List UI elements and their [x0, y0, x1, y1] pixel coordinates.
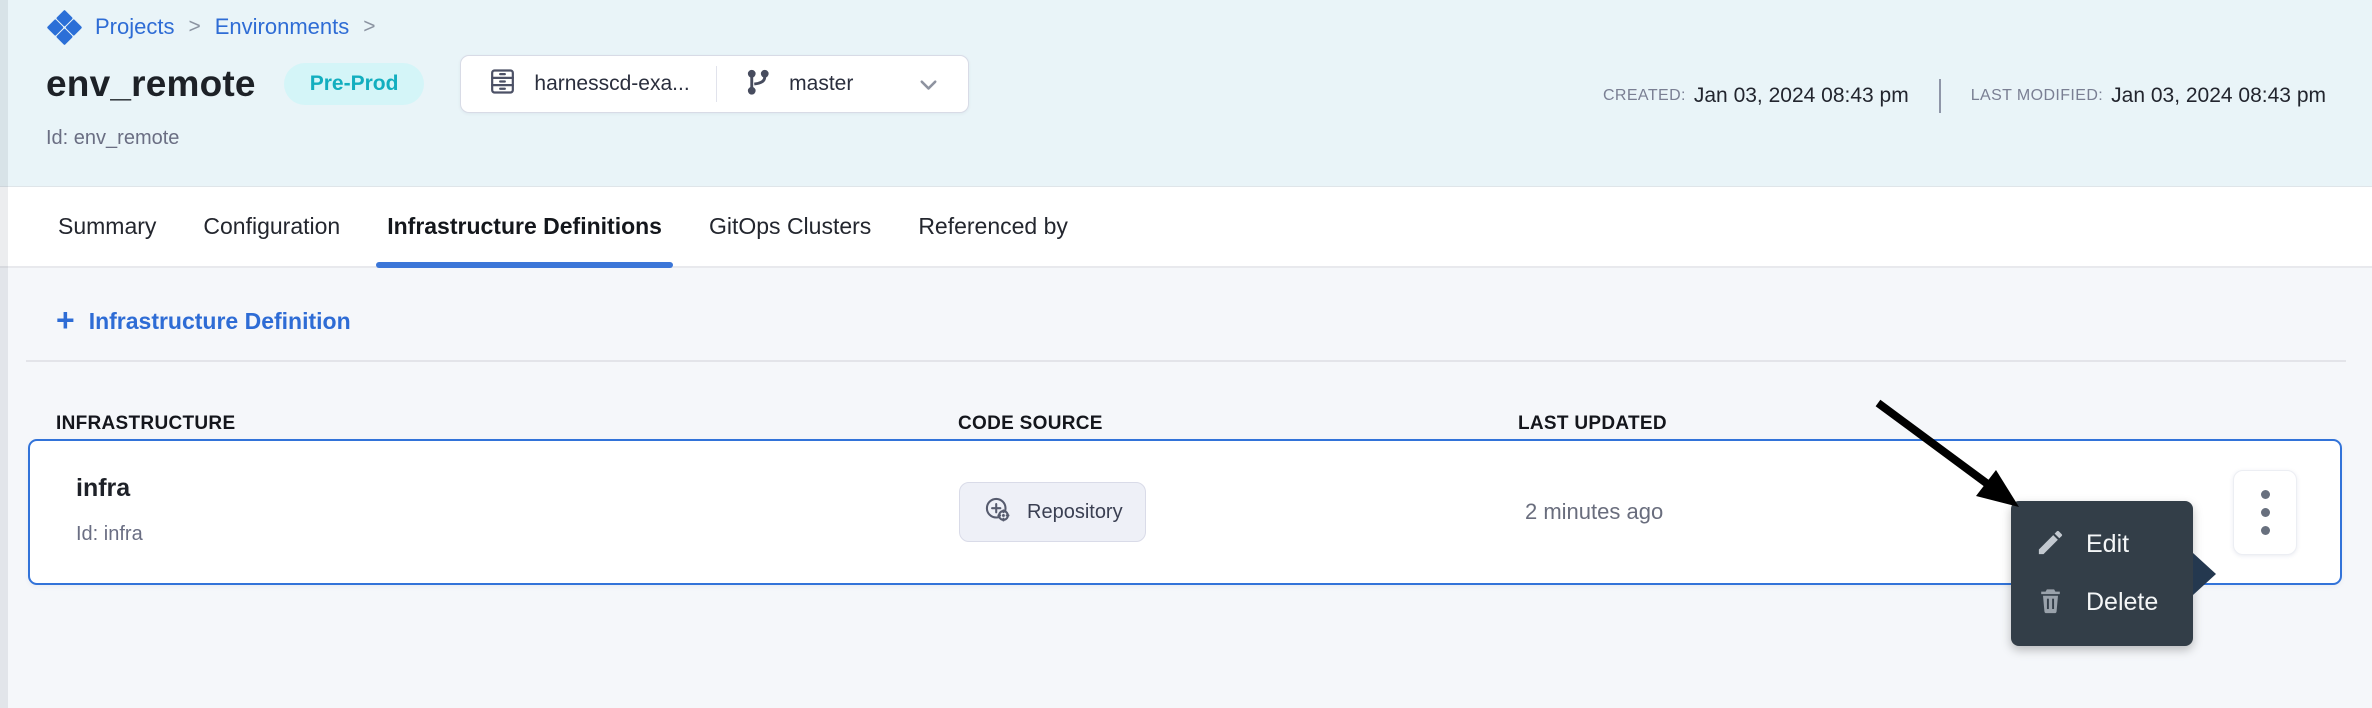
dates-divider — [1939, 79, 1941, 113]
last-updated-cell: 2 minutes ago — [1525, 441, 1663, 583]
table-header-row: INFRASTRUCTURE CODE SOURCE LAST UPDATED — [0, 362, 2372, 439]
row-options-button[interactable] — [2233, 470, 2297, 555]
repository-selector[interactable]: harnesscd-exa... — [461, 56, 715, 112]
code-source-value: Repository — [1027, 501, 1123, 524]
tab-configuration[interactable]: Configuration — [203, 187, 340, 266]
dates-block: CREATED: Jan 03, 2024 08:43 pm LAST MODI… — [1603, 74, 2326, 118]
table-row[interactable]: infra Id: infra — [28, 439, 2342, 585]
menu-item-label: Delete — [2086, 588, 2158, 617]
repository-badge: Repository — [959, 482, 1146, 542]
infrastructure-id: Id: infra — [76, 523, 143, 546]
branch-selector[interactable]: master — [717, 56, 968, 112]
git-context-selector[interactable]: harnesscd-exa... master — [460, 55, 969, 113]
tab-label: Infrastructure Definitions — [387, 213, 662, 240]
code-source-cell: Repository — [959, 482, 1146, 542]
column-header-code-source: CODE SOURCE — [958, 413, 1103, 435]
left-edge-strip — [0, 0, 8, 708]
breadcrumb-projects[interactable]: Projects — [95, 14, 174, 40]
column-header-last-updated: LAST UPDATED — [1518, 413, 1667, 435]
tab-summary[interactable]: Summary — [58, 187, 156, 266]
infrastructure-name: infra — [76, 474, 143, 503]
menu-item-delete[interactable]: Delete — [2011, 581, 2193, 625]
breadcrumb-separator: > — [186, 15, 202, 39]
env-id-label: Id: env_remote — [46, 127, 2372, 150]
repository-drawers-icon — [487, 66, 518, 102]
branch-name: master — [789, 72, 853, 96]
add-infrastructure-definition-button[interactable]: + Infrastructure Definition — [56, 307, 351, 336]
context-menu-tail — [2193, 553, 2216, 595]
add-button-label: Infrastructure Definition — [89, 308, 351, 335]
last-modified-label: LAST MODIFIED: — [1971, 87, 2103, 105]
breadcrumb-separator: > — [361, 15, 377, 39]
repository-name: harnesscd-exa... — [534, 72, 689, 96]
plus-icon: + — [56, 304, 75, 336]
menu-item-edit[interactable]: Edit — [2011, 523, 2193, 567]
git-branch-icon — [743, 67, 773, 102]
page-title: env_remote — [46, 63, 256, 105]
last-modified-value: Jan 03, 2024 08:43 pm — [2111, 84, 2326, 108]
tab-referenced-by[interactable]: Referenced by — [918, 187, 1068, 266]
trash-icon — [2035, 585, 2066, 621]
pencil-icon — [2035, 527, 2066, 563]
kebab-vertical-icon — [2261, 490, 2270, 499]
infrastructure-name-cell: infra Id: infra — [76, 474, 143, 546]
resource-plus-gear-icon — [982, 494, 1013, 530]
column-header-infrastructure: INFRASTRUCTURE — [56, 413, 235, 435]
toolbar-row: + Infrastructure Definition — [0, 268, 2372, 336]
created-value: Jan 03, 2024 08:43 pm — [1694, 84, 1909, 108]
env-type-badge: Pre-Prod — [284, 63, 425, 104]
breadcrumb: Projects > Environments > — [46, 0, 2372, 40]
tab-bar: Summary Configuration Infrastructure Def… — [0, 186, 2372, 268]
row-context-menu: Edit Delete — [2011, 501, 2193, 646]
tab-infrastructure-definitions[interactable]: Infrastructure Definitions — [387, 187, 662, 266]
chevron-down-icon[interactable] — [915, 71, 942, 98]
harness-project-logo-icon — [46, 9, 83, 46]
tab-gitops-clusters[interactable]: GitOps Clusters — [709, 187, 871, 266]
created-label: CREATED: — [1603, 87, 1686, 105]
breadcrumb-environments[interactable]: Environments — [215, 14, 350, 40]
menu-item-label: Edit — [2086, 530, 2129, 559]
page-header: Projects > Environments > env_remote Pre… — [0, 0, 2372, 186]
